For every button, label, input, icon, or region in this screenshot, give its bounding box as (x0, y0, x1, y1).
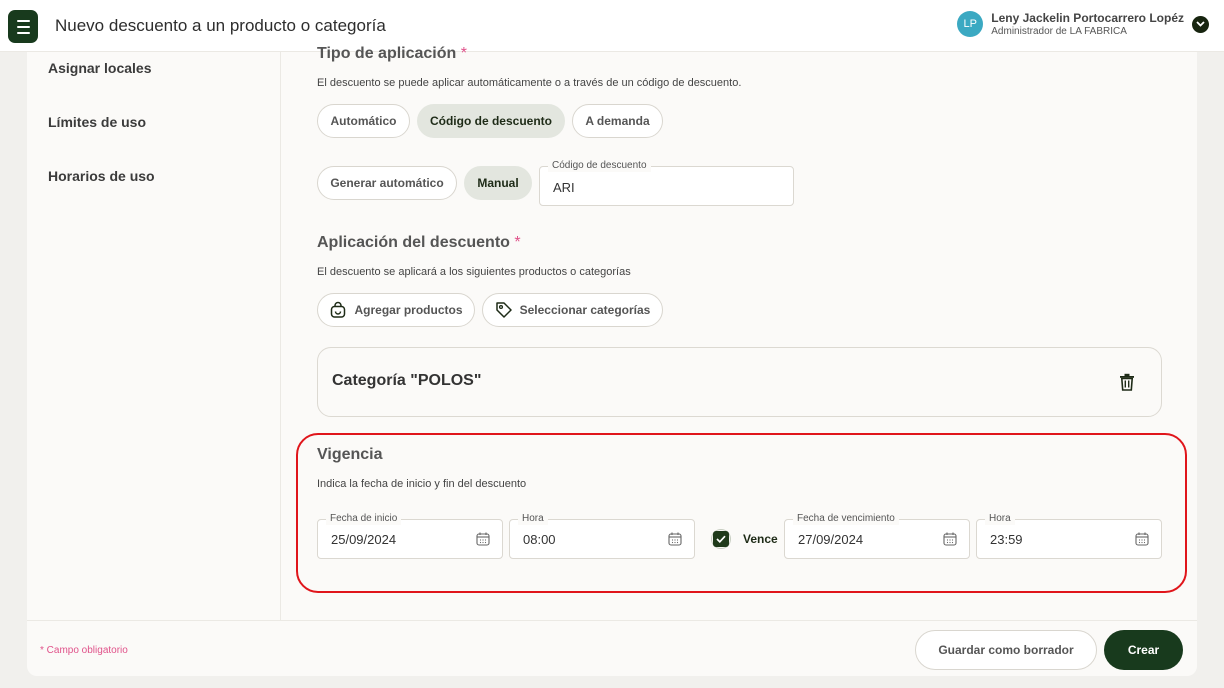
selected-category-card: Categoría "POLOS" (317, 347, 1162, 417)
start-time-field[interactable]: Hora 08:00 (509, 513, 695, 559)
discount-code-label: Código de descuento (548, 160, 651, 172)
discount-code-value: ARI (553, 180, 575, 195)
start-date-field[interactable]: Fecha de inicio 25/09/2024 (317, 513, 503, 559)
expires-checkbox[interactable] (711, 529, 731, 549)
end-time-label: Hora (985, 513, 1015, 525)
start-date-value: 25/09/2024 (331, 532, 397, 547)
avatar: LP (957, 11, 984, 37)
chevron-down-icon[interactable] (1192, 15, 1209, 33)
end-time-field[interactable]: Hora 23:59 (976, 513, 1162, 559)
code-mode-generar-automatico[interactable]: Generar automático (317, 166, 457, 200)
menu-button[interactable] (8, 10, 38, 43)
tag-icon (495, 301, 513, 319)
discount-code-field[interactable]: Código de descuento ARI (539, 160, 794, 206)
end-date-value: 27/09/2024 (798, 532, 864, 547)
select-categories-button[interactable]: Seleccionar categorías (482, 293, 663, 327)
user-menu[interactable]: LP Leny Jackelin Portocarrero Lopéz Admi… (957, 11, 1209, 37)
shopping-bag-icon (329, 301, 347, 319)
top-bar: Nuevo descuento a un producto o categorí… (0, 0, 1224, 52)
aplicacion-description: El descuento se aplicará a los siguiente… (317, 266, 631, 278)
form-footer: * Campo obligatorio Guardar como borrado… (27, 620, 1197, 676)
sidebar-item-asignar-locales[interactable]: Asignar locales (48, 60, 152, 76)
create-button[interactable]: Crear (1104, 630, 1183, 670)
check-icon (713, 531, 729, 547)
start-time-label: Hora (518, 513, 548, 525)
sidebar-item-limites-de-uso[interactable]: Límites de uso (48, 114, 146, 130)
end-date-field[interactable]: Fecha de vencimiento 27/09/2024 (784, 513, 970, 559)
trash-icon[interactable] (1119, 373, 1135, 396)
calendar-icon[interactable] (943, 532, 957, 551)
option-codigo-de-descuento[interactable]: Código de descuento (417, 104, 565, 138)
vigencia-title: Vigencia (317, 446, 383, 463)
start-time-value: 08:00 (523, 532, 556, 547)
save-draft-button[interactable]: Guardar como borrador (915, 630, 1097, 670)
add-products-button[interactable]: Agregar productos (317, 293, 475, 327)
calendar-icon[interactable] (476, 532, 490, 551)
calendar-icon[interactable] (1135, 532, 1149, 551)
vigencia-highlight (296, 433, 1187, 593)
calendar-icon[interactable] (668, 532, 682, 551)
tipo-aplicacion-title: Tipo de aplicación * (317, 45, 467, 62)
vigencia-description: Indica la fecha de inicio y fin del desc… (317, 478, 527, 490)
selected-category-label: Categoría "POLOS" (332, 372, 482, 389)
start-date-label: Fecha de inicio (326, 513, 402, 525)
required-note: * Campo obligatorio (40, 645, 128, 656)
aplicacion-title: Aplicación del descuento * (317, 234, 521, 251)
user-name: Leny Jackelin Portocarrero Lopéz (991, 11, 1184, 25)
end-time-value: 23:59 (990, 532, 1023, 547)
code-mode-manual[interactable]: Manual (464, 166, 532, 200)
option-automatico[interactable]: Automático (317, 104, 410, 138)
option-a-demanda[interactable]: A demanda (572, 104, 663, 138)
expires-label: Vence (743, 532, 778, 546)
user-role: Administrador de LA FABRICA (991, 26, 1127, 37)
tipo-aplicacion-description: El descuento se puede aplicar automática… (317, 77, 742, 89)
end-date-label: Fecha de vencimiento (793, 513, 899, 525)
menu-icon (16, 19, 30, 22)
section-nav: Asignar locales Límites de uso Horarios … (27, 52, 281, 620)
sidebar-item-horarios-de-uso[interactable]: Horarios de uso (48, 168, 155, 184)
page-title: Nuevo descuento a un producto o categorí… (55, 16, 386, 35)
